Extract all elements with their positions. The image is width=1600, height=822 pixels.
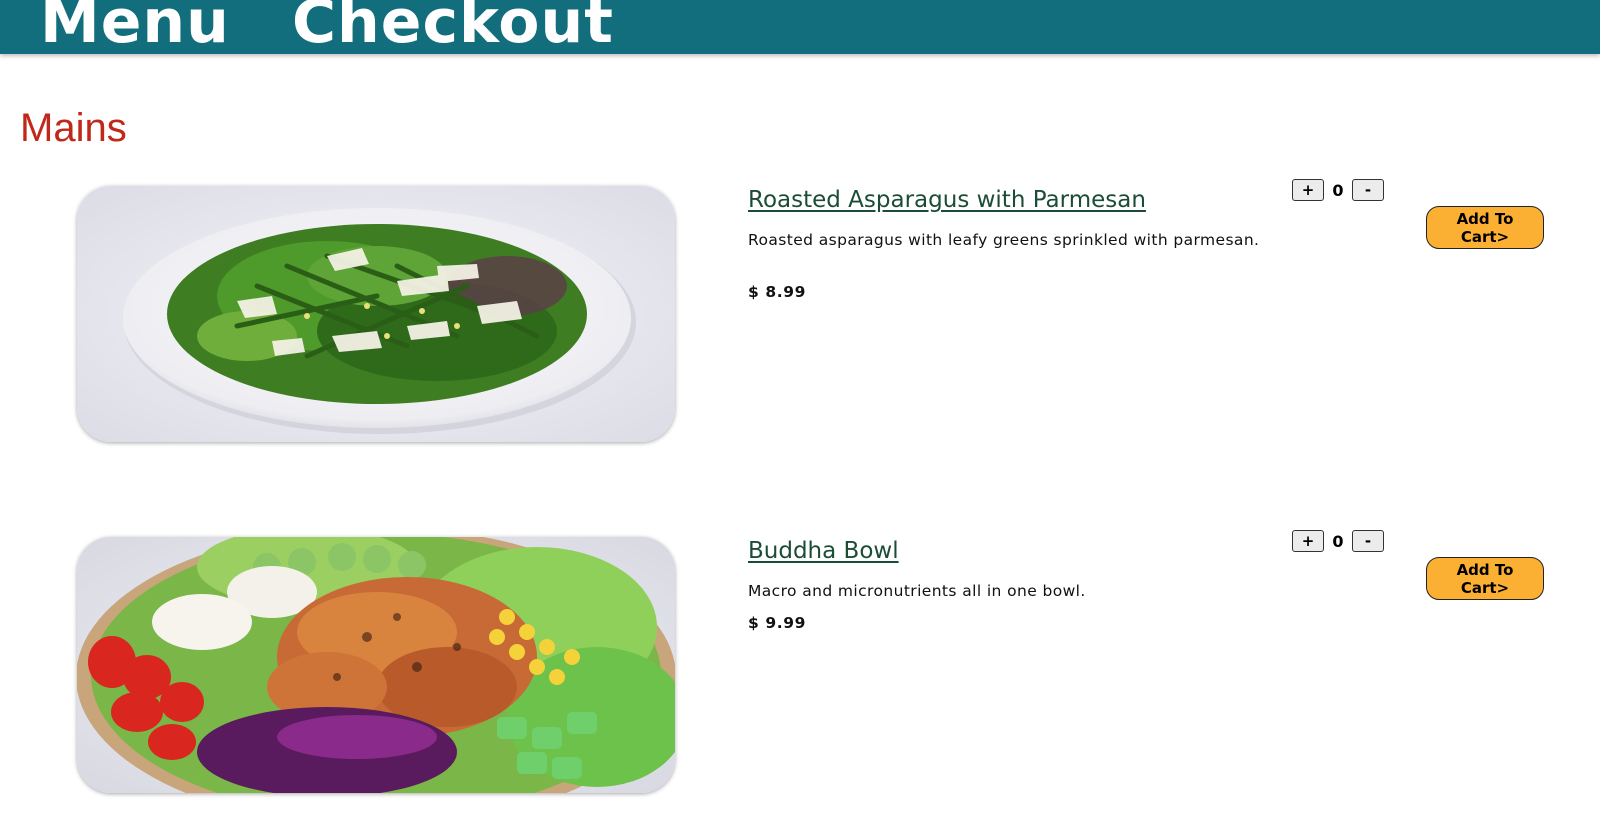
nav-menu-link[interactable]: Menu xyxy=(40,0,230,54)
item-description: Macro and micronutrients all in one bowl… xyxy=(748,582,1086,600)
increment-button[interactable]: + xyxy=(1292,179,1324,201)
menu-item: Buddha Bowl Macro and micronutrients all… xyxy=(0,530,1600,807)
item-name-link[interactable]: Roasted Asparagus with Parmesan xyxy=(748,186,1146,214)
add-to-cart-button[interactable]: Add To Cart> xyxy=(1426,206,1544,249)
section-title-mains: Mains xyxy=(20,106,127,150)
decrement-button[interactable]: - xyxy=(1352,179,1384,201)
item-price: $ 9.99 xyxy=(748,614,807,632)
decrement-button[interactable]: - xyxy=(1352,530,1384,552)
quantity-value: 0 xyxy=(1332,531,1344,551)
quantity-value: 0 xyxy=(1332,180,1344,200)
menu-item: Roasted Asparagus with Parmesan Roasted … xyxy=(0,179,1600,456)
item-price: $ 8.99 xyxy=(748,283,807,301)
nav-checkout-link[interactable]: Checkout xyxy=(292,0,614,54)
asparagus-salad-image xyxy=(77,186,675,442)
top-navigation-bar: Menu Checkout xyxy=(0,0,1600,54)
buddha-bowl-image xyxy=(77,537,675,793)
item-photo-asparagus xyxy=(77,186,675,442)
item-description: Roasted asparagus with leafy greens spri… xyxy=(748,231,1260,249)
add-to-cart-button[interactable]: Add To Cart> xyxy=(1426,557,1544,600)
quantity-stepper: + 0 - xyxy=(1292,529,1384,553)
item-name-link[interactable]: Buddha Bowl xyxy=(748,537,899,565)
increment-button[interactable]: + xyxy=(1292,530,1324,552)
item-photo-buddha-bowl xyxy=(77,537,675,793)
quantity-stepper: + 0 - xyxy=(1292,178,1384,202)
